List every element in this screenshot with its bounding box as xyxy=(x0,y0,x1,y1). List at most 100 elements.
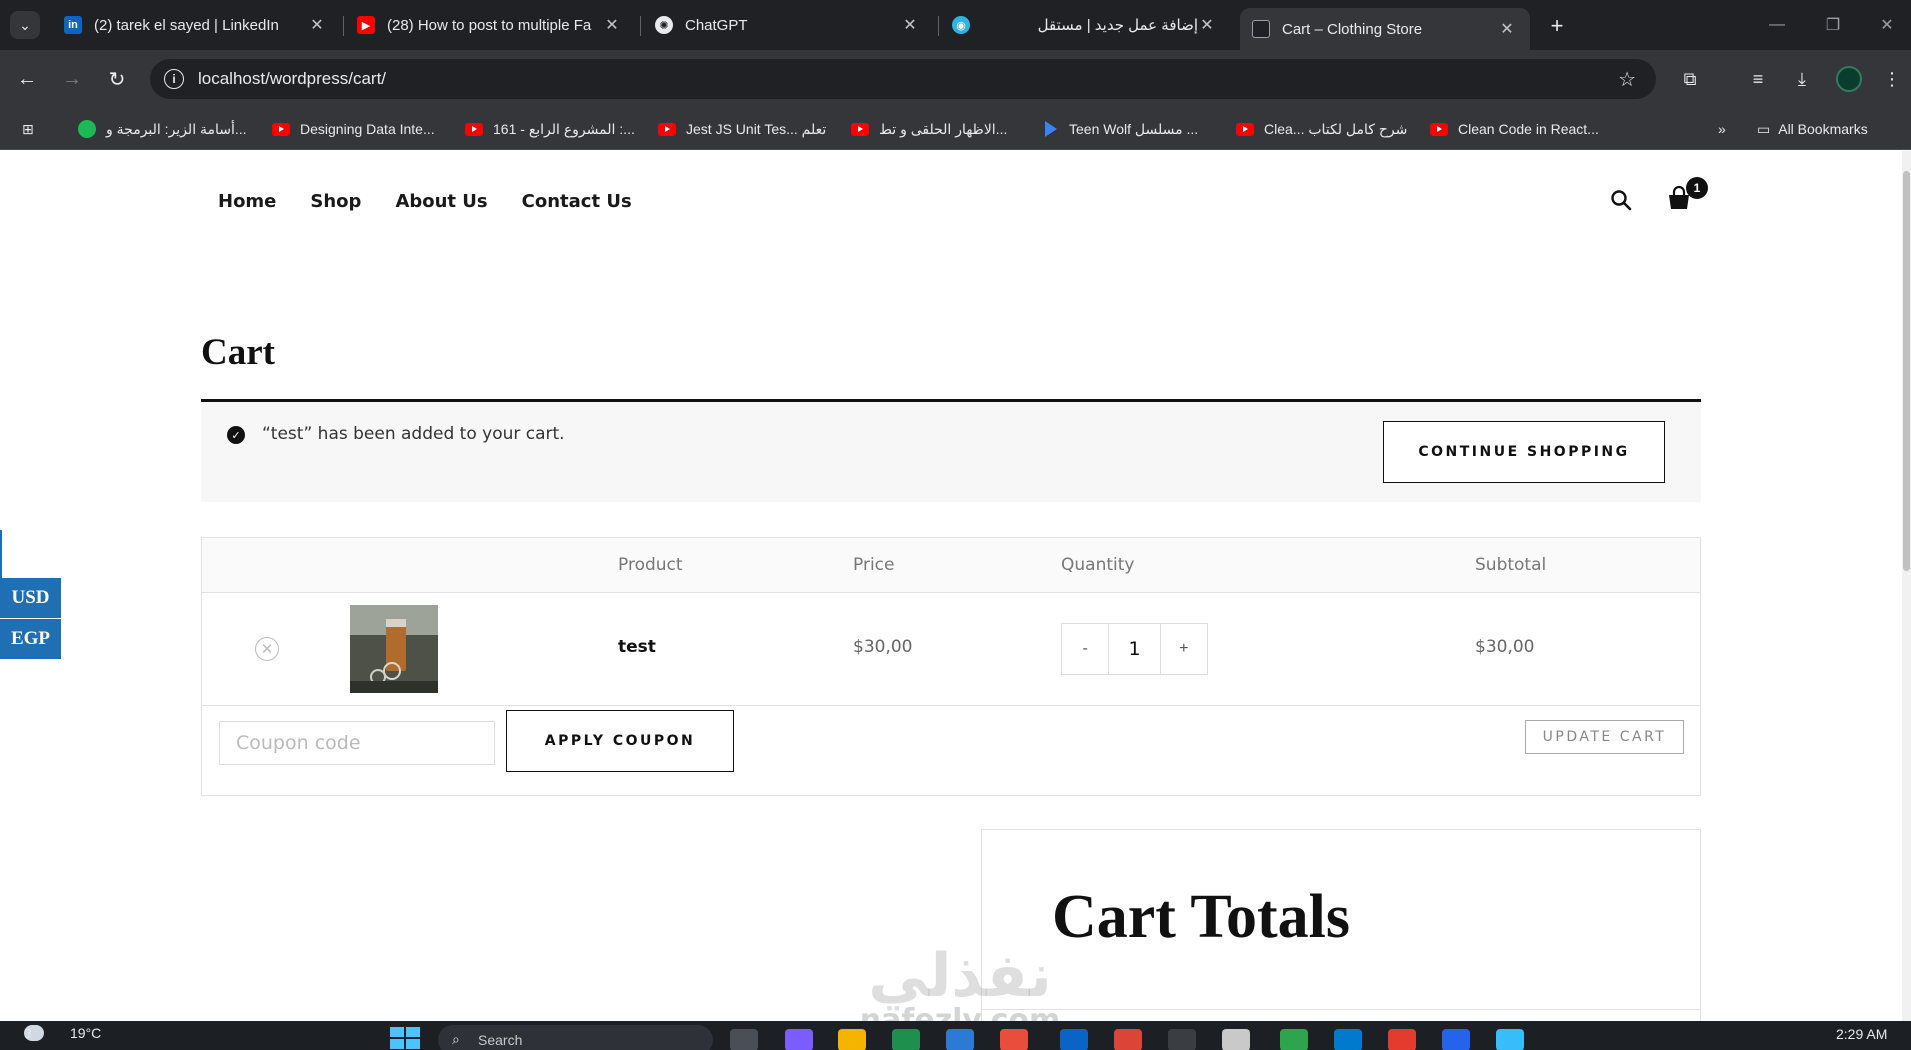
search-icon[interactable] xyxy=(1610,189,1632,211)
taskbar-app-icon[interactable] xyxy=(1000,1029,1028,1050)
tab-separator xyxy=(640,16,641,36)
bookmark-item[interactable]: Teen Wolf مسلسل ... xyxy=(1045,119,1198,139)
tab-mostaql[interactable]: ◉ إضافة عمل جديد | مستقل ✕ xyxy=(940,8,1230,42)
taskbar-app-icon[interactable] xyxy=(1442,1029,1470,1050)
new-tab-plus-icon[interactable]: + xyxy=(1543,12,1571,40)
address-bar[interactable]: i localhost/wordpress/cart/ ☆ xyxy=(150,59,1656,99)
close-icon[interactable]: ✕ xyxy=(603,15,621,35)
play-icon xyxy=(1045,121,1057,137)
cart-count-badge: 1 xyxy=(1686,177,1708,199)
terminal-icon[interactable] xyxy=(1168,1029,1196,1050)
bookmarks-bar: ⊞ أسامة الزير: البرمجة و... Designing Da… xyxy=(0,108,1911,150)
tab-search-chevron-icon[interactable]: ⌄ xyxy=(10,11,40,39)
apps-grid-icon[interactable]: ⊞ xyxy=(22,119,34,139)
all-bookmarks[interactable]: ▭ All Bookmarks xyxy=(1757,119,1868,139)
folder-icon[interactable] xyxy=(838,1029,866,1050)
menu-kebab-icon[interactable]: ⋮ xyxy=(1880,67,1904,91)
close-icon[interactable]: ✕ xyxy=(1198,15,1216,35)
apply-coupon-button[interactable]: APPLY COUPON xyxy=(506,710,734,772)
windows-start-icon[interactable] xyxy=(390,1027,420,1049)
cart-totals-panel: Cart Totals xyxy=(981,829,1701,1021)
extensions-icon[interactable]: ⧉ xyxy=(1678,67,1702,91)
product-price: $30,00 xyxy=(853,637,913,657)
wordpress-icon xyxy=(1252,20,1270,38)
media-control-icon[interactable]: ≡ xyxy=(1746,67,1770,91)
reload-icon[interactable]: ↻ xyxy=(104,66,130,92)
close-icon[interactable]: ✕ xyxy=(1498,19,1516,39)
taskbar-app-icon[interactable] xyxy=(1496,1029,1524,1050)
taskbar-app-icon[interactable] xyxy=(892,1029,920,1050)
tab-cart-active[interactable]: Cart – Clothing Store ✕ xyxy=(1240,8,1530,50)
bookmark-item[interactable]: أسامة الزير: البرمجة و... xyxy=(78,119,247,139)
download-icon[interactable]: ⤓ xyxy=(1790,67,1814,91)
quantity-stepper: - 1 + xyxy=(1061,623,1208,675)
minimize-icon[interactable]: — xyxy=(1762,12,1792,38)
bookmark-star-icon[interactable]: ☆ xyxy=(1618,67,1636,92)
nav-shop[interactable]: Shop xyxy=(310,191,361,212)
clock[interactable]: 2:29 AM xyxy=(1836,1026,1887,1042)
bookmark-item[interactable]: Jest JS Unit Tes... تعلم xyxy=(658,119,826,139)
tab-chatgpt[interactable]: ✺ ChatGPT ✕ xyxy=(643,8,933,42)
chatgpt-icon: ✺ xyxy=(655,16,673,34)
quantity-increase-button[interactable]: + xyxy=(1161,624,1207,674)
divider xyxy=(0,530,2,578)
taskbar: 19°C 3 ⌕ Search 2:29 AM xyxy=(0,1021,1911,1050)
youtube-icon xyxy=(465,122,483,136)
search-icon: ⌕ xyxy=(452,1031,460,1047)
mostaql-icon: ◉ xyxy=(952,16,970,34)
nav-home[interactable]: Home xyxy=(218,191,276,212)
youtube-icon xyxy=(272,122,290,136)
coupon-code-input[interactable] xyxy=(219,721,495,765)
taskbar-app-icon[interactable] xyxy=(1060,1029,1088,1050)
bookmark-item[interactable]: Clean Code in React... xyxy=(1430,119,1599,139)
tab-youtube[interactable]: ▶ (28) How to post to multiple Fa ✕ xyxy=(345,8,635,42)
notice-message: “test” has been added to your cart. xyxy=(262,424,565,444)
taskbar-app-icon[interactable] xyxy=(946,1029,974,1050)
site-info-icon[interactable]: i xyxy=(164,69,184,89)
weather-widget[interactable]: 19°C xyxy=(24,1025,101,1041)
taskbar-app-icon[interactable] xyxy=(1280,1029,1308,1050)
header-subtotal: Subtotal xyxy=(1475,555,1547,575)
taskbar-app-icon[interactable] xyxy=(785,1029,813,1050)
currency-usd[interactable]: USD xyxy=(0,578,61,618)
header-product: Product xyxy=(618,555,683,575)
back-arrow-icon[interactable]: ← xyxy=(14,66,40,92)
window-close-icon[interactable]: ✕ xyxy=(1872,12,1902,38)
tab-linkedin[interactable]: in (2) tarek el sayed | LinkedIn ✕ xyxy=(52,8,340,42)
browser-toolbar: ← → ↻ i localhost/wordpress/cart/ ☆ ⧉ ≡ … xyxy=(0,50,1911,108)
taskbar-app-icon[interactable] xyxy=(1222,1029,1250,1050)
forward-arrow-icon[interactable]: → xyxy=(59,66,85,92)
youtube-icon xyxy=(851,122,869,136)
youtube-icon: ▶ xyxy=(357,16,375,34)
bookmark-item[interactable]: Clea... شرح كامل لكتاب xyxy=(1236,119,1407,139)
tab-strip: ⌄ in (2) tarek el sayed | LinkedIn ✕ ▶ (… xyxy=(0,0,1911,50)
bookmark-item[interactable]: 161 - المشروع الرابع :... xyxy=(465,119,635,139)
bookmark-item[interactable]: Designing Data Inte... xyxy=(272,119,435,139)
vscode-icon[interactable] xyxy=(1334,1029,1362,1050)
more-bookmarks-chevron-icon[interactable]: » xyxy=(1718,119,1726,139)
remove-item-icon[interactable]: ✕ xyxy=(255,637,279,661)
continue-shopping-button[interactable]: CONTINUE SHOPPING xyxy=(1383,421,1665,483)
product-thumbnail[interactable] xyxy=(350,605,438,693)
quantity-input[interactable]: 1 xyxy=(1108,624,1161,674)
nav-contact-us[interactable]: Contact Us xyxy=(522,191,632,212)
taskbar-search[interactable]: ⌕ Search xyxy=(438,1025,713,1050)
linkedin-icon: in xyxy=(64,16,82,34)
cart-totals-title: Cart Totals xyxy=(1052,883,1350,951)
taskbar-app-icon[interactable] xyxy=(730,1029,758,1050)
url-text[interactable]: localhost/wordpress/cart/ xyxy=(198,69,386,89)
bookmark-item[interactable]: الاظهار الحلقى و تط... xyxy=(851,119,1007,139)
product-name[interactable]: test xyxy=(618,637,656,657)
update-cart-button[interactable]: UPDATE CART xyxy=(1525,720,1684,754)
restore-icon[interactable]: ❐ xyxy=(1818,12,1848,38)
profile-avatar[interactable] xyxy=(1836,66,1862,92)
taskbar-app-icon[interactable] xyxy=(1388,1029,1416,1050)
chrome-icon[interactable] xyxy=(1114,1029,1142,1050)
nav-about-us[interactable]: About Us xyxy=(395,191,487,212)
currency-egp[interactable]: EGP xyxy=(0,619,61,659)
page-scrollbar[interactable] xyxy=(1902,151,1911,1021)
close-icon[interactable]: ✕ xyxy=(901,15,919,35)
close-icon[interactable]: ✕ xyxy=(308,15,326,35)
scrollbar-thumb[interactable] xyxy=(1903,171,1910,571)
quantity-decrease-button[interactable]: - xyxy=(1062,624,1108,674)
